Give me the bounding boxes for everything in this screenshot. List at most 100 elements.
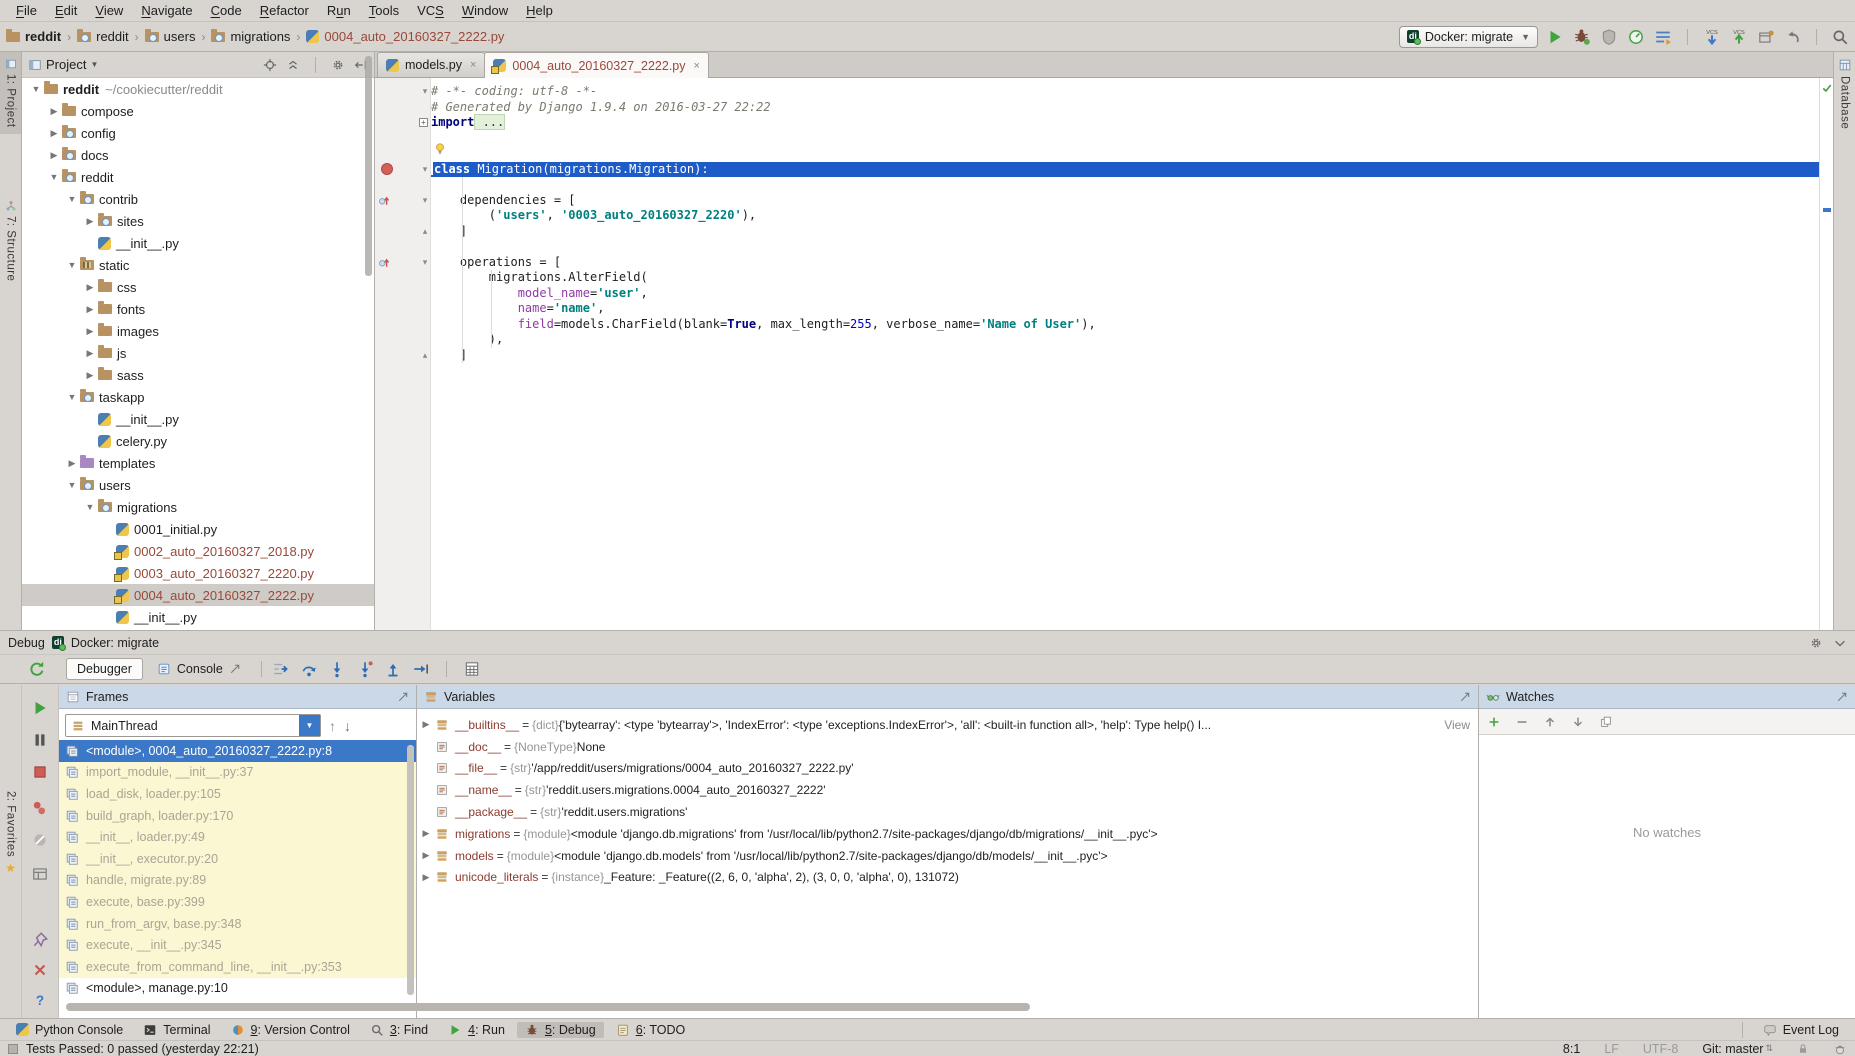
lock-icon[interactable] [1797,1043,1809,1055]
override-marker-icon[interactable] [377,255,391,269]
git-branch-widget[interactable]: Git: master ⇅ [1702,1042,1773,1056]
editor-tab[interactable]: 0004_auto_20160327_2222.py× [484,52,709,78]
variable-row[interactable]: __name__={str} 'reddit.users.migrations.… [417,779,1478,801]
sidebar-item-favorites[interactable]: 2: Favorites ★ [5,785,17,881]
code-area[interactable]: # -*- coding: utf-8 -*-# Generated by Dj… [431,78,1819,630]
tree-row[interactable]: __init__.py [22,606,374,628]
tree-row[interactable]: ▼reddit~/cookiecutter/reddit [22,78,374,100]
tree-toggle-icon[interactable]: ▼ [64,260,80,270]
coverage-icon[interactable] [1600,28,1618,46]
gear-icon[interactable] [1809,636,1823,650]
override-marker-icon[interactable] [377,193,391,207]
menu-item-edit[interactable]: Edit [47,2,85,19]
rerun-icon[interactable] [28,660,46,678]
encoding-widget[interactable]: UTF-8 [1643,1042,1678,1056]
tree-row[interactable]: ▼users [22,474,374,496]
menu-item-window[interactable]: Window [454,2,516,19]
tab-debugger[interactable]: Debugger [66,658,143,680]
close-icon[interactable]: × [470,59,476,71]
vcs-commit-icon[interactable]: VCS [1730,28,1748,46]
tree-toggle-icon[interactable]: ▼ [46,172,62,182]
breadcrumb-item[interactable]: reddit [6,29,61,44]
tree-row[interactable]: 0001_initial.py [22,518,374,540]
move-up-icon[interactable] [1543,715,1557,729]
rollback-icon[interactable] [1784,28,1802,46]
breadcrumb-item[interactable]: users [145,29,196,44]
stop-icon[interactable] [31,763,49,781]
frame-row[interactable]: execute, base.py:399 [59,891,416,913]
horizontal-scrollbar[interactable] [66,1003,1030,1011]
tool-window-button-5-debug[interactable]: 5: Debug [517,1022,604,1038]
tree-row[interactable]: __init__.py [22,408,374,430]
expand-icon[interactable]: ▶ [417,850,435,861]
view-link[interactable]: View [1444,718,1470,732]
restore-layout-icon[interactable] [31,865,49,883]
tree-toggle-icon[interactable]: ▶ [82,326,98,337]
intention-bulb-icon[interactable] [433,142,447,156]
tree-row[interactable]: celery.py [22,430,374,452]
run-icon[interactable] [1546,28,1564,46]
project-tree-scrollbar[interactable] [365,56,372,276]
frames-scrollbar[interactable] [407,745,414,995]
step-into-my-code-icon[interactable] [356,660,374,678]
thread-select[interactable]: MainThread ▼ [65,714,321,737]
search-everywhere-icon[interactable] [1831,28,1849,46]
frame-row[interactable]: <module>, manage.py:10 [59,978,416,1000]
hide-window-icon[interactable] [1833,636,1847,650]
frame-row[interactable]: import_module, __init__.py:37 [59,762,416,784]
event-log-button[interactable]: Event Log [1755,1022,1847,1038]
tree-toggle-icon[interactable]: ▶ [82,216,98,227]
fold-toggle-icon[interactable]: ▾ [419,162,431,178]
mute-breakpoints-icon[interactable] [31,831,49,849]
gear-icon[interactable] [331,58,345,72]
tree-toggle-icon[interactable]: ▶ [64,458,80,469]
run-to-cursor-icon[interactable] [412,660,430,678]
tree-row[interactable]: __init__.py [22,232,374,254]
tree-toggle-icon[interactable]: ▼ [82,502,98,512]
settings-icon[interactable] [31,897,49,915]
step-out-icon[interactable] [384,660,402,678]
locate-file-icon[interactable] [263,58,277,72]
expand-icon[interactable]: ▶ [417,828,435,839]
tool-window-button-terminal[interactable]: Terminal [135,1022,218,1038]
frame-row[interactable]: run_from_argv, base.py:348 [59,913,416,935]
tree-row[interactable]: ▶config [22,122,374,144]
step-over-icon[interactable] [300,660,318,678]
breadcrumb-item[interactable]: 0004_auto_20160327_2222.py [306,29,504,44]
frame-row[interactable]: execute, __init__.py:345 [59,934,416,956]
evaluate-expression-icon[interactable] [463,660,481,678]
expand-icon[interactable]: ▶ [417,872,435,883]
view-breakpoints-icon[interactable] [31,799,49,817]
variable-row[interactable]: ▶migrations={module} <module 'django.db.… [417,823,1478,845]
pause-icon[interactable] [31,731,49,749]
step-into-icon[interactable] [328,660,346,678]
tree-row[interactable]: ▶sass [22,364,374,386]
caret-position-widget[interactable]: 8:1 [1563,1042,1580,1056]
remove-icon[interactable] [1515,715,1529,729]
toggle-stripes-icon[interactable] [8,1044,18,1054]
sidebar-item-structure[interactable]: 7: Structure [0,194,21,287]
console-icon[interactable] [157,662,171,676]
fold-toggle-icon[interactable]: ▴ [419,224,431,240]
tree-toggle-icon[interactable]: ▶ [82,282,98,293]
float-panel-icon[interactable] [1459,691,1471,703]
tree-row[interactable]: ▼static [22,254,374,276]
float-panel-icon[interactable] [397,691,409,703]
variable-row[interactable]: ▶models={module} <module 'django.db.mode… [417,845,1478,867]
move-down-icon[interactable] [1571,715,1585,729]
debug-icon[interactable] [1573,28,1591,46]
editor-body[interactable]: ▾+▾▾▴▾▴ # -*- coding: utf-8 -*-# Generat… [375,78,1833,630]
menu-item-run[interactable]: Run [319,2,359,19]
previous-frame-icon[interactable]: ↑ [329,718,336,734]
tab-console[interactable]: Console [147,658,251,680]
menu-item-code[interactable]: Code [203,2,250,19]
pin-icon[interactable] [31,931,49,949]
frame-row[interactable]: <module>, 0004_auto_20160327_2222.py:8 [59,740,416,762]
tree-toggle-icon[interactable]: ▶ [82,304,98,315]
fold-toggle-icon[interactable]: ▾ [419,255,431,271]
tool-window-button-4-run[interactable]: 4: Run [440,1022,513,1038]
tree-row[interactable]: ▶docs [22,144,374,166]
variable-row[interactable]: __file__={str} '/app/reddit/users/migrat… [417,758,1478,780]
fold-toggle-icon[interactable]: ▾ [419,84,431,100]
tool-window-button-9-version-control[interactable]: 9: Version Control [223,1022,358,1038]
